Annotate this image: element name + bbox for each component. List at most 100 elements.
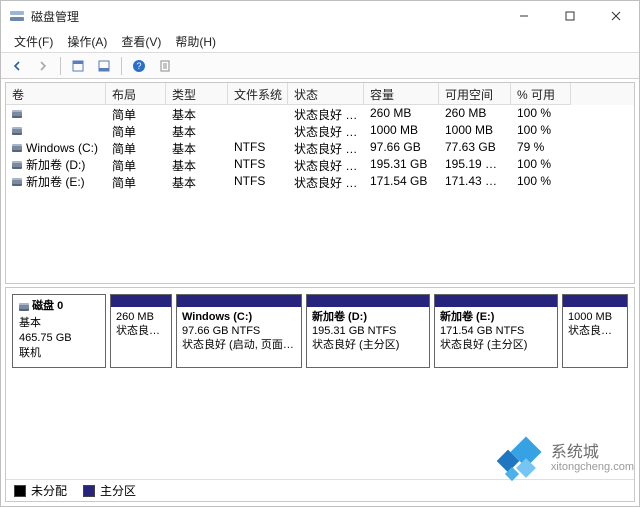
volume-pct: 100 %: [511, 173, 571, 190]
volume-capacity: 97.66 GB: [364, 139, 439, 156]
col-free[interactable]: 可用空间: [439, 83, 511, 105]
volume-icon: [12, 146, 22, 150]
volume-free: 77.63 GB: [439, 139, 511, 156]
volume-capacity: 1000 MB: [364, 122, 439, 139]
partition-header: [563, 295, 627, 307]
partition[interactable]: 260 MB状态良好 (…: [110, 294, 172, 368]
volume-capacity: 195.31 GB: [364, 156, 439, 173]
volume-row[interactable]: 新加卷 (E:)简单基本NTFS状态良好 (…171.54 GB171.43 ……: [6, 173, 634, 190]
disk-size: 465.75 GB: [19, 331, 99, 346]
nav-back-button[interactable]: [5, 55, 29, 77]
col-filesystem[interactable]: 文件系统: [228, 83, 288, 105]
volume-icon: [12, 180, 22, 184]
legend: 未分配 主分区: [6, 479, 634, 501]
volume-layout: 简单: [106, 105, 166, 122]
menu-help[interactable]: 帮助(H): [168, 32, 223, 52]
volume-list-pane: 卷 布局 类型 文件系统 状态 容量 可用空间 % 可用 简单基本状态良好 (……: [5, 82, 635, 284]
volume-capacity: 171.54 GB: [364, 173, 439, 190]
nav-forward-button[interactable]: [31, 55, 55, 77]
col-status[interactable]: 状态: [288, 83, 364, 105]
disk-label[interactable]: 磁盘 0 基本 465.75 GB 联机: [12, 294, 106, 368]
volume-free: 1000 MB: [439, 122, 511, 139]
volume-icon: [12, 129, 22, 133]
disk-icon: [19, 305, 29, 309]
volume-pct: 100 %: [511, 105, 571, 122]
menu-action[interactable]: 操作(A): [60, 32, 114, 52]
partition-size: 171.54 GB NTFS: [440, 324, 552, 338]
help-button[interactable]: ?: [127, 55, 151, 77]
maximize-button[interactable]: [547, 1, 593, 31]
col-type[interactable]: 类型: [166, 83, 228, 105]
partition[interactable]: 新加卷 (E:)171.54 GB NTFS状态良好 (主分区): [434, 294, 558, 368]
volume-status: 状态良好 (…: [288, 105, 364, 122]
partition[interactable]: 新加卷 (D:)195.31 GB NTFS状态良好 (主分区): [306, 294, 430, 368]
volume-status: 状态良好 (…: [288, 156, 364, 173]
swatch-primary: [83, 485, 95, 497]
disk-name: 磁盘 0: [32, 300, 63, 312]
volume-pct: 100 %: [511, 122, 571, 139]
volume-rows: 简单基本状态良好 (…260 MB260 MB100 %简单基本状态良好 (…1…: [6, 105, 634, 190]
partition-size: 195.31 GB NTFS: [312, 324, 424, 338]
volume-type: 基本: [166, 173, 228, 190]
volume-icon: [12, 163, 22, 167]
window-title: 磁盘管理: [31, 8, 501, 25]
volume-fs: [228, 122, 288, 139]
partition-status: 状态良好 (启动, 页面文件: [182, 338, 296, 352]
volume-row[interactable]: 简单基本状态良好 (…1000 MB1000 MB100 %: [6, 122, 634, 139]
col-capacity[interactable]: 容量: [364, 83, 439, 105]
swatch-unallocated: [14, 485, 26, 497]
properties-button[interactable]: [153, 55, 177, 77]
volume-fs: NTFS: [228, 139, 288, 156]
volume-pct: 100 %: [511, 156, 571, 173]
view-bottom-button[interactable]: [92, 55, 116, 77]
col-pct[interactable]: % 可用: [511, 83, 571, 105]
disk-management-window: 磁盘管理 文件(F) 操作(A) 查看(V) 帮助(H) ? 卷 布局 类型 文…: [0, 0, 640, 507]
partition-size: 1000 MB: [568, 310, 622, 324]
volume-status: 状态良好 (…: [288, 173, 364, 190]
col-volume[interactable]: 卷: [6, 83, 106, 105]
volume-row[interactable]: 新加卷 (D:)简单基本NTFS状态良好 (…195.31 GB195.19 ……: [6, 156, 634, 173]
menubar: 文件(F) 操作(A) 查看(V) 帮助(H): [1, 31, 639, 53]
volume-free: 171.43 …: [439, 173, 511, 190]
volume-list-header: 卷 布局 类型 文件系统 状态 容量 可用空间 % 可用: [6, 83, 634, 105]
volume-type: 基本: [166, 139, 228, 156]
volume-row[interactable]: Windows (C:)简单基本NTFS状态良好 (…97.66 GB77.63…: [6, 139, 634, 156]
volume-capacity: 260 MB: [364, 105, 439, 122]
partition[interactable]: Windows (C:)97.66 GB NTFS状态良好 (启动, 页面文件: [176, 294, 302, 368]
menu-file[interactable]: 文件(F): [7, 32, 60, 52]
volume-pct: 79 %: [511, 139, 571, 156]
volume-type: 基本: [166, 156, 228, 173]
volume-row[interactable]: 简单基本状态良好 (…260 MB260 MB100 %: [6, 105, 634, 122]
partition-name: 新加卷 (E:): [440, 310, 552, 324]
partition-name: 新加卷 (D:): [312, 310, 424, 324]
legend-primary: 主分区: [83, 482, 136, 499]
partition-status: 状态良好 (主分区): [440, 338, 552, 352]
volume-fs: NTFS: [228, 173, 288, 190]
partition-size: 260 MB: [116, 310, 166, 324]
disk-row[interactable]: 磁盘 0 基本 465.75 GB 联机 260 MB状态良好 (…Window…: [12, 294, 628, 368]
graphical-pane: 磁盘 0 基本 465.75 GB 联机 260 MB状态良好 (…Window…: [5, 287, 635, 502]
partition-status: 状态良好 (…: [116, 324, 166, 338]
minimize-button[interactable]: [501, 1, 547, 31]
close-button[interactable]: [593, 1, 639, 31]
legend-unallocated: 未分配: [14, 482, 67, 499]
volume-layout: 简单: [106, 173, 166, 190]
titlebar[interactable]: 磁盘管理: [1, 1, 639, 31]
disk-status: 联机: [19, 346, 99, 361]
col-layout[interactable]: 布局: [106, 83, 166, 105]
partition-header: [307, 295, 429, 307]
volume-free: 195.19 …: [439, 156, 511, 173]
volume-type: 基本: [166, 122, 228, 139]
volume-layout: 简单: [106, 122, 166, 139]
volume-layout: 简单: [106, 139, 166, 156]
partitions: 260 MB状态良好 (…Windows (C:)97.66 GB NTFS状态…: [110, 294, 628, 368]
partition-header: [111, 295, 171, 307]
disk-type: 基本: [19, 316, 99, 331]
volume-name: 新加卷 (D:): [26, 156, 85, 173]
partition[interactable]: 1000 MB状态良好 (恢…: [562, 294, 628, 368]
view-top-button[interactable]: [66, 55, 90, 77]
menu-view[interactable]: 查看(V): [114, 32, 168, 52]
partition-header: [177, 295, 301, 307]
partition-name: Windows (C:): [182, 310, 296, 324]
volume-status: 状态良好 (…: [288, 122, 364, 139]
